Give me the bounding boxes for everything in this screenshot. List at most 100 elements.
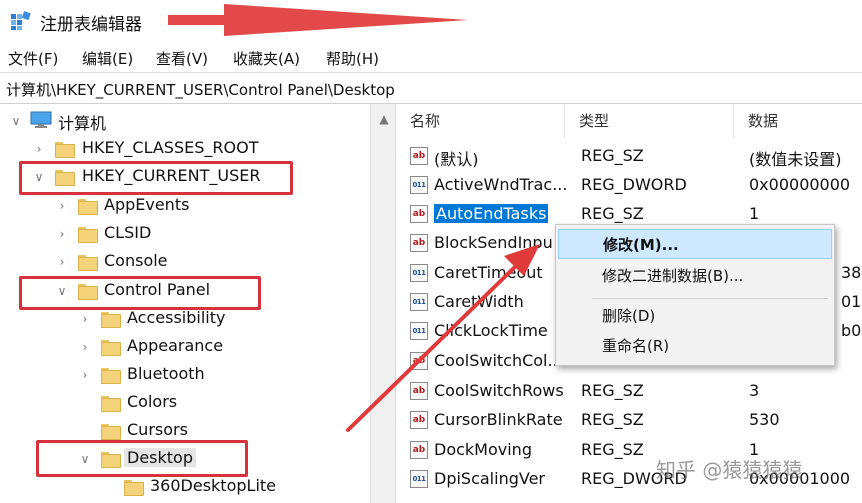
tree-item-cursors[interactable]: Cursors: [0, 418, 370, 444]
folder-icon: [101, 394, 121, 412]
value-name: CoolSwitchCol...: [434, 351, 563, 370]
binary-value-icon: 011: [410, 293, 428, 311]
value-row[interactable]: 011 ActiveWndTrac... REG_DWORD 0x0000000…: [396, 171, 862, 200]
column-header-name[interactable]: 名称: [396, 104, 565, 138]
value-row[interactable]: ab (默认) REG_SZ (数值未设置): [396, 142, 862, 171]
tree-item-accessibility[interactable]: › Accessibility: [0, 306, 370, 332]
value-name: (默认): [434, 150, 479, 169]
column-header-type[interactable]: 类型: [565, 104, 734, 138]
value-type: REG_DWORD: [581, 175, 687, 194]
string-value-icon: ab: [410, 441, 428, 459]
chevron-right-icon[interactable]: ›: [31, 136, 47, 162]
chevron-down-icon[interactable]: ∨: [77, 446, 93, 472]
column-header-data[interactable]: 数据: [734, 104, 862, 138]
folder-icon: [78, 282, 98, 300]
tree-item-bluetooth[interactable]: › Bluetooth: [0, 362, 370, 388]
value-name: CaretTimeout: [434, 263, 543, 282]
computer-icon: [30, 111, 52, 128]
value-data: 1: [749, 204, 760, 223]
tree-item-appearance[interactable]: › Appearance: [0, 334, 370, 360]
menu-file[interactable]: 文件(F): [8, 48, 58, 69]
tree-scrollbar[interactable]: ▲: [370, 104, 396, 503]
tree-item-control-panel[interactable]: ∨ Control Panel: [0, 278, 370, 304]
folder-icon: [78, 253, 98, 271]
chevron-down-icon[interactable]: ∨: [8, 108, 24, 134]
chevron-right-icon[interactable]: ›: [54, 221, 70, 247]
value-data: (数值未设置): [749, 150, 842, 169]
folder-icon: [124, 478, 144, 496]
tree-item-computer[interactable]: ∨ 计算机: [0, 108, 370, 134]
value-type: REG_SZ: [581, 410, 644, 429]
value-data: 3: [749, 381, 760, 400]
value-name: AutoEndTasks: [434, 204, 549, 223]
chevron-down-icon[interactable]: ∨: [54, 278, 70, 304]
tree-item-clsid[interactable]: › CLSID: [0, 221, 370, 247]
binary-value-icon: 011: [410, 176, 428, 194]
menu-item-delete[interactable]: 删除(D): [558, 301, 832, 331]
registry-editor-icon: [11, 11, 31, 30]
chevron-down-icon[interactable]: ∨: [31, 164, 47, 190]
folder-icon: [101, 422, 121, 440]
tree-label: 360DesktopLite: [150, 476, 276, 495]
folder-icon: [101, 310, 121, 328]
tree-item-console[interactable]: › Console: [0, 249, 370, 275]
value-data: 0x00000000: [749, 175, 851, 194]
chevron-right-icon[interactable]: ›: [77, 334, 93, 360]
menu-separator: [592, 298, 828, 299]
value-row[interactable]: ab CursorBlinkRate REG_SZ 530: [396, 406, 862, 435]
value-name: DockMoving: [434, 440, 532, 459]
address-path[interactable]: 计算机\HKEY_CURRENT_USER\Control Panel\Desk…: [6, 79, 395, 100]
string-value-icon: ab: [410, 352, 428, 370]
string-value-icon: ab: [410, 147, 428, 165]
value-data: b0: [841, 321, 862, 340]
tree-label: Appearance: [127, 336, 224, 355]
value-type: REG_SZ: [581, 381, 644, 400]
folder-icon: [78, 197, 98, 215]
chevron-right-icon[interactable]: ›: [77, 306, 93, 332]
tree-item-hkcr[interactable]: › HKEY_CLASSES_ROOT: [0, 136, 370, 162]
chevron-right-icon[interactable]: ›: [54, 193, 70, 219]
folder-icon: [55, 168, 75, 186]
title-bar: 注册表编辑器: [0, 0, 862, 42]
address-bar[interactable]: 计算机\HKEY_CURRENT_USER\Control Panel\Desk…: [0, 72, 862, 104]
tree-item-hkcu[interactable]: ∨ HKEY_CURRENT_USER: [0, 164, 370, 190]
string-value-icon: ab: [410, 234, 428, 252]
string-value-icon: ab: [410, 382, 428, 400]
tree-item-colors[interactable]: Colors: [0, 390, 370, 416]
tree-label: Accessibility: [127, 308, 226, 327]
value-type: REG_SZ: [581, 204, 644, 223]
tree-item-appevents[interactable]: › AppEvents: [0, 193, 370, 219]
menu-bar: 文件(F) 编辑(E) 查看(V) 收藏夹(A) 帮助(H): [0, 42, 862, 72]
folder-icon: [55, 140, 75, 158]
menu-view[interactable]: 查看(V): [156, 48, 208, 69]
value-name: DpiScalingVer: [434, 469, 545, 488]
string-value-icon: ab: [410, 205, 428, 223]
value-type: REG_SZ: [581, 146, 644, 165]
tree-label: Colors: [127, 392, 178, 411]
value-name: CoolSwitchRows: [434, 381, 564, 400]
chevron-right-icon[interactable]: ›: [54, 249, 70, 275]
menu-help[interactable]: 帮助(H): [326, 48, 379, 69]
menu-item-modify-binary[interactable]: 修改二进制数据(B)...: [558, 261, 832, 291]
value-row[interactable]: ab CoolSwitchRows REG_SZ 3: [396, 377, 862, 406]
tree-label: Control Panel: [104, 280, 211, 299]
menu-favorites[interactable]: 收藏夹(A): [233, 48, 300, 69]
tree-label: HKEY_CLASSES_ROOT: [82, 138, 259, 157]
scroll-up-icon[interactable]: ▲: [377, 112, 391, 126]
tree-label: Desktop: [124, 448, 196, 467]
value-name: CursorBlinkRate: [434, 410, 563, 429]
chevron-right-icon[interactable]: ›: [77, 362, 93, 388]
tree-item-desktop[interactable]: ∨ Desktop: [0, 446, 370, 472]
binary-value-icon: 011: [410, 322, 428, 340]
menu-edit[interactable]: 编辑(E): [82, 48, 133, 69]
tree-label: CLSID: [104, 223, 152, 242]
menu-item-rename[interactable]: 重命名(R): [558, 331, 832, 361]
folder-icon: [101, 450, 121, 468]
tree-item-360desktoplite[interactable]: 360DesktopLite: [0, 474, 370, 500]
menu-item-modify[interactable]: 修改(M)...: [558, 229, 832, 259]
value-name: BlockSendInpu: [434, 233, 553, 252]
watermark: 知乎 @猿猿猿猿: [656, 458, 803, 482]
tree-label: AppEvents: [104, 195, 190, 214]
value-data: 530: [749, 410, 780, 429]
tree-label: 计算机: [58, 114, 107, 133]
